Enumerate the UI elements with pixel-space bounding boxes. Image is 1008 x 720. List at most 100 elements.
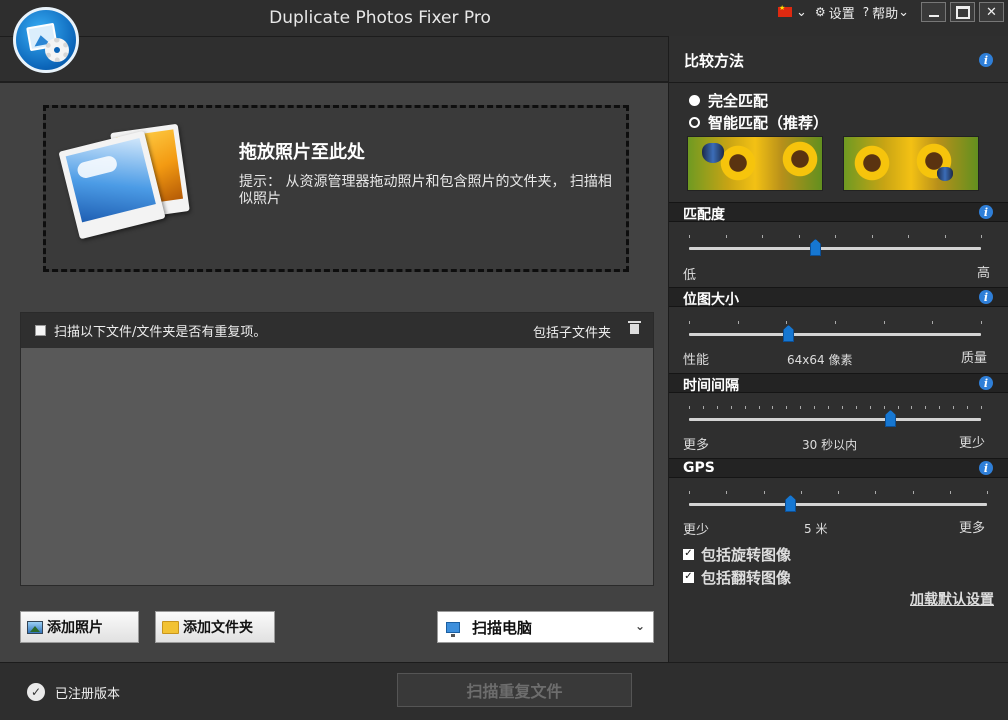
add-photos-label: 添加照片 — [47, 620, 103, 636]
slider-tick — [913, 491, 914, 494]
slider-tick — [689, 491, 690, 494]
slider-tick — [908, 235, 909, 238]
close-button[interactable]: ✕ — [979, 2, 1004, 22]
slider-tick — [884, 406, 885, 409]
slider-handle[interactable] — [885, 410, 896, 427]
slider-tick — [726, 235, 727, 238]
slider-tick — [884, 321, 885, 324]
add-photos-button[interactable]: 添加照片 — [20, 611, 139, 643]
include-flipped-checkbox[interactable]: ✓ 包括翻转图像 — [683, 567, 791, 588]
slider-tick — [689, 321, 690, 324]
slider-tick — [738, 321, 739, 324]
radio-selected-icon — [689, 95, 700, 106]
exact-match-label: 完全匹配 — [708, 92, 769, 110]
gear-icon: ⚙ — [814, 5, 826, 19]
slider-tick — [726, 491, 727, 494]
slider-tick — [786, 406, 787, 409]
smart-match-radio[interactable]: 智能匹配（推荐） — [689, 112, 828, 133]
scan-location-dropdown[interactable]: 扫描电脑 ⌄ — [437, 611, 654, 643]
bitmap-size-right-label: 质量 — [961, 351, 988, 366]
slider-tick — [814, 406, 815, 409]
computer-icon — [446, 621, 460, 637]
scan-folders-label: 扫描以下文件/文件夹是否有重复项。 — [54, 325, 267, 340]
slider-tick — [911, 406, 912, 409]
trash-icon[interactable] — [628, 321, 641, 335]
slider-tick — [772, 406, 773, 409]
slider-handle[interactable] — [810, 239, 821, 256]
slider-tick — [967, 406, 968, 409]
drop-zone[interactable]: 拖放照片至此处 提示： 从资源管理器拖动照片和包含照片的文件夹， 扫描相似照片 — [43, 105, 629, 272]
add-folder-button[interactable]: 添加文件夹 — [155, 611, 275, 643]
maximize-button[interactable] — [950, 2, 975, 22]
slider-tick — [801, 491, 802, 494]
scan-location-value: 扫描电脑 — [472, 618, 533, 637]
slider-handle[interactable] — [785, 495, 796, 512]
folder-list-panel: 扫描以下文件/文件夹是否有重复项。 包括子文件夹 — [20, 312, 654, 586]
slider-track[interactable] — [689, 418, 981, 421]
folder-icon — [162, 620, 179, 634]
add-folder-label: 添加文件夹 — [183, 620, 253, 636]
slider-tick — [764, 491, 765, 494]
include-flipped-label: 包括翻转图像 — [701, 569, 792, 587]
slider-track[interactable] — [689, 247, 981, 250]
drop-zone-hint: 提示： 从资源管理器拖动照片和包含照片的文件夹， 扫描相似照片 — [239, 174, 612, 207]
exact-match-sample-image — [687, 136, 823, 191]
slider-tick — [703, 406, 704, 409]
slider-tick — [981, 321, 982, 324]
slider-tick — [950, 491, 951, 494]
chevron-down-icon: ⌄ — [796, 4, 807, 20]
folder-list-header: 扫描以下文件/文件夹是否有重复项。 包括子文件夹 — [21, 313, 653, 348]
info-icon[interactable]: i — [979, 53, 993, 67]
checkbox-checked-icon: ✓ — [683, 548, 694, 560]
question-icon: ? — [862, 5, 870, 19]
exact-match-radio[interactable]: 完全匹配 — [689, 90, 768, 111]
slider-tick — [981, 406, 982, 409]
load-default-settings-link[interactable]: 加载默认设置 — [910, 589, 994, 609]
slider-tick — [689, 235, 690, 238]
scan-duplicates-button[interactable]: 扫描重复文件 — [397, 673, 632, 707]
bitmap-size-value: 64x64 像素 — [787, 353, 853, 367]
slider-tick — [800, 406, 801, 409]
help-menu[interactable]: ? 帮助 ⌄ — [863, 3, 909, 22]
match-level-high-label: 高 — [977, 266, 991, 281]
slider-tick — [828, 406, 829, 409]
slider-handle[interactable] — [783, 325, 794, 342]
app-logo — [13, 7, 79, 73]
chevron-down-icon: ⌄ — [898, 4, 909, 20]
slider-tick — [981, 235, 982, 238]
include-rotated-checkbox[interactable]: ✓ 包括旋转图像 — [683, 544, 791, 565]
language-selector[interactable]: ⌄ — [778, 4, 807, 20]
smart-match-label: 智能匹配（推荐） — [708, 114, 829, 132]
slider-tick — [925, 406, 926, 409]
gps-header: GPS i — [669, 458, 1008, 478]
app-title: Duplicate Photos Fixer Pro — [269, 8, 491, 28]
comparison-method-title: 比较方法 — [684, 52, 745, 70]
info-icon[interactable]: i — [979, 461, 993, 475]
slider-tick — [799, 235, 800, 238]
slider-track[interactable] — [689, 503, 987, 506]
slider-tick — [872, 235, 873, 238]
slider-tick — [932, 321, 933, 324]
slider-tick — [835, 321, 836, 324]
info-icon[interactable]: i — [979, 205, 993, 219]
gps-value: 5 米 — [804, 522, 828, 536]
slider-track[interactable] — [689, 333, 981, 336]
title-bar-controls: ⌄ ⚙ 设置 ? 帮助 ⌄ ✕ — [778, 0, 1008, 24]
photos-illustration-icon — [58, 123, 190, 240]
slider-tick — [870, 406, 871, 409]
match-level-low-label: 低 — [683, 268, 697, 283]
minimize-button[interactable] — [921, 2, 946, 22]
scan-folders-checkbox[interactable] — [35, 325, 46, 336]
settings-menu[interactable]: ⚙ 设置 — [815, 3, 855, 22]
status-bar: ✓ 已注册版本 扫描重复文件 — [0, 662, 1008, 720]
include-rotated-label: 包括旋转图像 — [701, 546, 792, 564]
info-icon[interactable]: i — [979, 376, 993, 390]
radio-unselected-icon — [689, 117, 700, 128]
include-subfolders-toggle[interactable]: 包括子文件夹 — [533, 322, 611, 341]
slider-tick — [842, 406, 843, 409]
info-icon[interactable]: i — [979, 290, 993, 304]
slider-tick — [745, 406, 746, 409]
gps-title: GPS — [683, 460, 715, 476]
slider-tick — [762, 235, 763, 238]
gear-icon — [45, 38, 69, 62]
